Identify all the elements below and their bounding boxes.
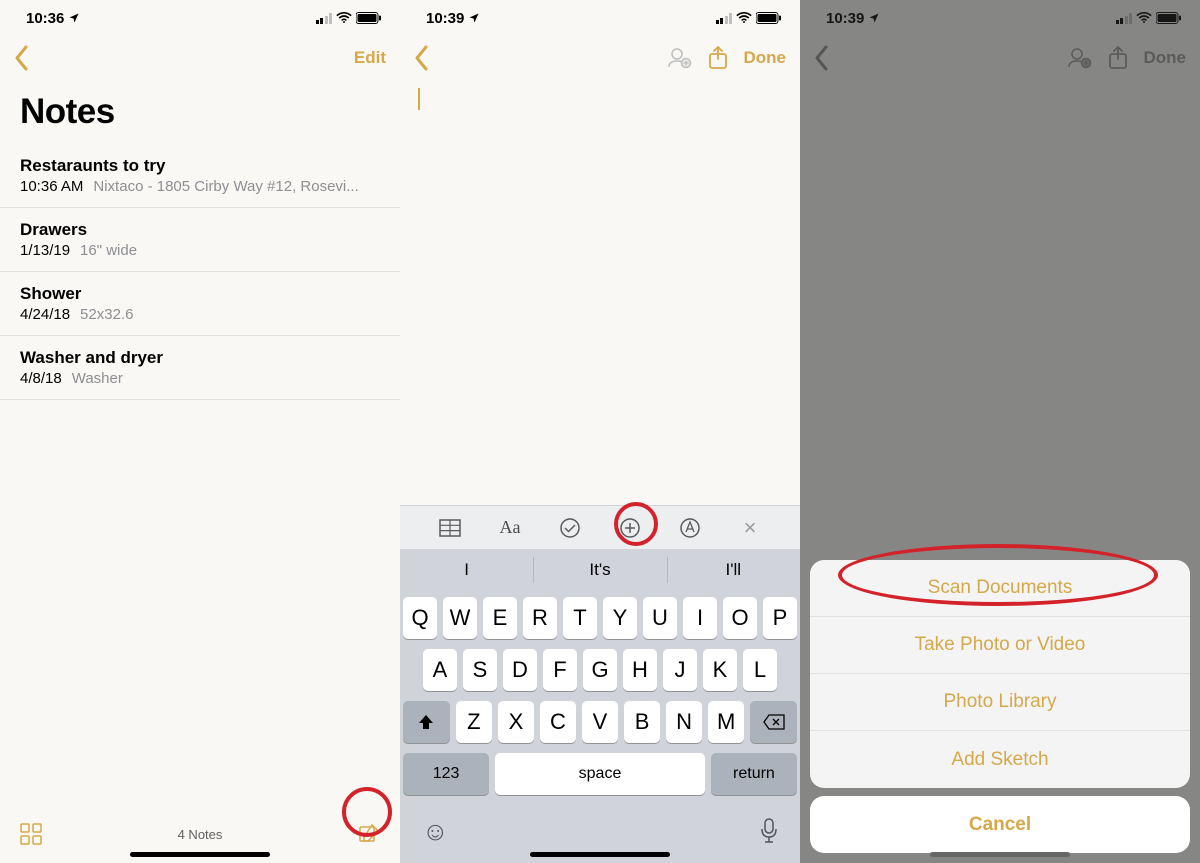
battery-icon (356, 12, 382, 24)
note-item[interactable]: Restaraunts to try 10:36 AMNixtaco - 180… (0, 144, 400, 208)
notes-list[interactable]: Restaraunts to try 10:36 AMNixtaco - 180… (0, 144, 400, 805)
sheet-photo-library[interactable]: Photo Library (810, 674, 1190, 731)
panel-notes-list: 10:36 Edit Notes Restaraunts to try 10:3… (0, 0, 400, 863)
text-style-icon[interactable]: Aa (490, 508, 530, 548)
back-button[interactable] (414, 45, 430, 71)
markup-icon[interactable] (670, 508, 710, 548)
key-q[interactable]: Q (403, 597, 437, 639)
key-b[interactable]: B (624, 701, 660, 743)
done-button[interactable]: Done (744, 48, 787, 68)
key-return[interactable]: return (711, 753, 797, 795)
nav-header: Done (400, 36, 800, 80)
key-m[interactable]: M (708, 701, 744, 743)
compose-icon[interactable] (358, 823, 380, 845)
signal-icon (716, 13, 733, 24)
location-icon (468, 12, 480, 24)
suggestion[interactable]: I'll (667, 549, 800, 591)
key-space[interactable]: space (495, 753, 705, 795)
key-d[interactable]: D (503, 649, 537, 691)
home-indicator (530, 852, 670, 857)
key-numbers[interactable]: 123 (403, 753, 489, 795)
key-w[interactable]: W (443, 597, 477, 639)
note-count: 4 Notes (178, 827, 223, 842)
key-c[interactable]: C (540, 701, 576, 743)
key-f[interactable]: F (543, 649, 577, 691)
back-button[interactable] (14, 45, 30, 71)
sheet-take-photo[interactable]: Take Photo or Video (810, 617, 1190, 674)
wifi-icon (336, 12, 352, 24)
key-p[interactable]: P (763, 597, 797, 639)
page-title: Notes (0, 80, 400, 144)
key-a[interactable]: A (423, 649, 457, 691)
key-shift[interactable] (403, 701, 450, 743)
home-indicator (130, 852, 270, 857)
key-s[interactable]: S (463, 649, 497, 691)
sheet-cancel[interactable]: Cancel (810, 796, 1190, 853)
suggestion-bar: I It's I'll (400, 549, 800, 591)
key-j[interactable]: J (663, 649, 697, 691)
status-time: 10:39 (426, 10, 464, 27)
dismiss-icon[interactable]: × (730, 508, 770, 548)
key-v[interactable]: V (582, 701, 618, 743)
share-icon[interactable] (708, 46, 728, 70)
suggestion[interactable]: I (400, 549, 533, 591)
key-y[interactable]: Y (603, 597, 637, 639)
panel-note-editor: 10:39 Done Aa × (400, 0, 800, 863)
signal-icon (316, 13, 333, 24)
sheet-scan-documents[interactable]: Scan Documents (810, 560, 1190, 617)
key-r[interactable]: R (523, 597, 557, 639)
status-time: 10:36 (26, 10, 64, 27)
key-u[interactable]: U (643, 597, 677, 639)
dictation-icon[interactable] (760, 818, 778, 844)
key-x[interactable]: X (498, 701, 534, 743)
battery-icon (756, 12, 782, 24)
key-l[interactable]: L (743, 649, 777, 691)
key-h[interactable]: H (623, 649, 657, 691)
key-z[interactable]: Z (456, 701, 492, 743)
note-item[interactable]: Washer and dryer 4/8/18Washer (0, 336, 400, 400)
format-toolbar: Aa × (400, 505, 800, 549)
location-icon (68, 12, 80, 24)
key-g[interactable]: G (583, 649, 617, 691)
note-text-area[interactable] (400, 80, 800, 505)
text-cursor (418, 88, 420, 110)
checklist-icon[interactable] (550, 508, 590, 548)
key-o[interactable]: O (723, 597, 757, 639)
table-icon[interactable] (430, 508, 470, 548)
collaborate-icon[interactable] (668, 47, 692, 69)
key-k[interactable]: K (703, 649, 737, 691)
key-n[interactable]: N (666, 701, 702, 743)
action-sheet: Scan Documents Take Photo or Video Photo… (810, 560, 1190, 853)
keyboard: Q W E R T Y U I O P A S D F G H J K L (400, 591, 800, 809)
note-item[interactable]: Shower 4/24/1852x32.6 (0, 272, 400, 336)
panel-action-sheet: 10:39 Done Scan Documents Take Photo or … (800, 0, 1200, 863)
wifi-icon (736, 12, 752, 24)
note-item[interactable]: Drawers 1/13/1916" wide (0, 208, 400, 272)
grid-view-icon[interactable] (20, 823, 42, 845)
key-e[interactable]: E (483, 597, 517, 639)
status-bar: 10:39 (400, 0, 800, 36)
nav-header: Edit (0, 36, 400, 80)
status-bar: 10:36 (0, 0, 400, 36)
key-i[interactable]: I (683, 597, 717, 639)
key-t[interactable]: T (563, 597, 597, 639)
suggestion[interactable]: It's (533, 549, 666, 591)
edit-button[interactable]: Edit (354, 48, 386, 68)
emoji-icon[interactable]: ☺ (422, 816, 449, 847)
sheet-add-sketch[interactable]: Add Sketch (810, 731, 1190, 788)
add-attachment-icon[interactable] (610, 508, 650, 548)
home-indicator (930, 852, 1070, 857)
key-backspace[interactable] (750, 701, 797, 743)
